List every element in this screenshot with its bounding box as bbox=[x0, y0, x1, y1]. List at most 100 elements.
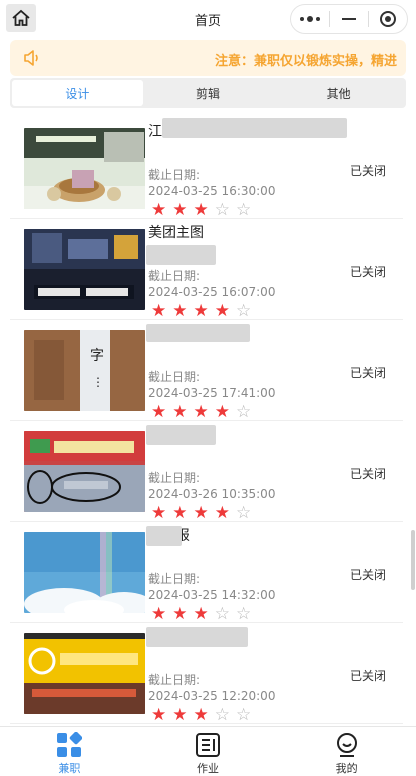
target-icon bbox=[380, 11, 396, 27]
close-miniprogram-button[interactable] bbox=[369, 5, 407, 33]
deadline-value: 2024-03-25 16:07:00 bbox=[148, 285, 276, 299]
rating-stars: ★ ★ ★ ★ ☆ bbox=[151, 505, 251, 522]
task-list: 江 文 抖背景2个 截止日期: 2024-03-25 16:30:00 ★★★☆… bbox=[10, 118, 403, 724]
redacted-text bbox=[146, 425, 216, 445]
svg-text:⋮: ⋮ bbox=[92, 375, 104, 389]
task-thumbnail bbox=[24, 431, 145, 512]
status-label: 已关闭 bbox=[349, 467, 386, 481]
user-icon bbox=[336, 733, 357, 757]
rating-stars: ★ ★ ★ ☆ ☆ bbox=[151, 606, 251, 623]
deadline-label: 截止日期: bbox=[148, 269, 201, 283]
speaker-icon bbox=[24, 50, 38, 66]
task-thumbnail bbox=[24, 128, 145, 209]
star-filled-icon: ★ bbox=[193, 402, 209, 422]
tab-design[interactable]: 设计 bbox=[12, 80, 143, 106]
list-item[interactable]: 字 ⋮ 截止日期: 2024-03-25 17:41:00 ★ ★ ★ ★ ☆ 已关闭 bbox=[10, 320, 403, 421]
list-item[interactable]: 改 截止日期: 2024-03-25 12:20:00 ★★★☆☆ 已关闭 bbox=[10, 623, 403, 724]
redacted-text bbox=[146, 245, 216, 265]
rating-stars: ★ ★ ★ ☆ ☆ bbox=[151, 202, 251, 219]
list-item[interactable]: 美团主图 截止日期: 2024-03-25 16:07:00 ★ ★ ★ ★ ☆ 已关闭 bbox=[10, 219, 403, 320]
svg-text:字: 字 bbox=[90, 348, 104, 364]
star-filled-icon: ★ bbox=[214, 503, 230, 523]
star-filled-icon: ★ bbox=[151, 604, 167, 624]
deadline-value: 2024-03-25 14:32:00 bbox=[148, 588, 276, 602]
tabbar-label: 我的 bbox=[335, 762, 358, 775]
star-empty-icon: ☆ bbox=[236, 705, 252, 725]
deadline-value: 2024-03-25 16:30:00 bbox=[148, 184, 276, 198]
notice-text: 注意：兼职仅以锻炼实操，精进 bbox=[215, 54, 398, 69]
more-dots-icon bbox=[300, 16, 320, 22]
deadline-label: 截止日期: bbox=[148, 673, 201, 687]
status-label: 已关闭 bbox=[349, 164, 386, 178]
star-filled-icon: ★ bbox=[151, 301, 167, 321]
redacted-text bbox=[146, 324, 250, 342]
star-filled-icon: ★ bbox=[214, 301, 230, 321]
star-empty-icon: ☆ bbox=[214, 200, 230, 220]
task-thumbnail bbox=[24, 633, 145, 714]
star-empty-icon: ☆ bbox=[236, 503, 252, 523]
star-filled-icon: ★ bbox=[193, 200, 209, 220]
minimize-icon bbox=[342, 18, 356, 20]
tabbar-label: 兼职 bbox=[58, 762, 81, 775]
star-empty-icon: ☆ bbox=[236, 604, 252, 624]
task-thumbnail: 字 ⋮ bbox=[24, 330, 145, 411]
mini-program-capsule bbox=[290, 4, 408, 34]
document-icon bbox=[196, 733, 220, 757]
deadline-value: 2024-03-25 17:41:00 bbox=[148, 386, 276, 400]
more-button[interactable] bbox=[291, 5, 329, 33]
star-filled-icon: ★ bbox=[172, 705, 188, 725]
grid-icon bbox=[57, 732, 83, 757]
tabbar-label: 作业 bbox=[197, 762, 219, 775]
star-empty-icon: ☆ bbox=[236, 200, 252, 220]
rating-stars: ★ ★ ★ ★ ☆ bbox=[151, 404, 251, 421]
star-empty-icon: ☆ bbox=[214, 705, 230, 725]
deadline-value: 2024-03-25 12:20:00 bbox=[148, 689, 276, 703]
rating-stars: ★ ★ ★ ★ ☆ bbox=[151, 303, 251, 320]
tabbar-item-mine[interactable]: 我的 bbox=[277, 727, 416, 776]
bottom-tabbar: 兼职 作业 我的 bbox=[0, 726, 416, 776]
deadline-label: 截止日期: bbox=[148, 471, 201, 485]
tabbar-item-parttime[interactable]: 兼职 bbox=[0, 727, 139, 776]
top-navbar: 首页 bbox=[0, 0, 416, 38]
star-filled-icon: ★ bbox=[172, 402, 188, 422]
redacted-text bbox=[146, 627, 248, 647]
star-filled-icon: ★ bbox=[151, 503, 167, 523]
status-label: 已关闭 bbox=[349, 265, 386, 279]
status-label: 已关闭 bbox=[349, 669, 386, 683]
star-filled-icon: ★ bbox=[151, 200, 167, 220]
notice-bar: 注意：兼职仅以锻炼实操，精进 bbox=[10, 40, 406, 76]
star-filled-icon: ★ bbox=[151, 402, 167, 422]
star-filled-icon: ★ bbox=[193, 705, 209, 725]
star-empty-icon: ☆ bbox=[214, 604, 230, 624]
task-thumbnail bbox=[24, 532, 145, 613]
star-filled-icon: ★ bbox=[193, 503, 209, 523]
star-empty-icon: ☆ bbox=[236, 301, 252, 321]
redacted-text bbox=[162, 118, 347, 138]
star-filled-icon: ★ bbox=[172, 200, 188, 220]
scrollbar[interactable] bbox=[411, 530, 415, 590]
star-filled-icon: ★ bbox=[193, 604, 209, 624]
deadline-label: 截止日期: bbox=[148, 168, 201, 182]
category-tabs: 设计 剪辑 其他 bbox=[10, 78, 406, 108]
tabbar-item-homework[interactable]: 作业 bbox=[139, 727, 278, 776]
redacted-text bbox=[146, 526, 182, 546]
tab-other[interactable]: 其他 bbox=[273, 80, 404, 106]
list-item[interactable]: 图海报 截止日期: 2024-03-25 14:32:00 ★★★☆☆ 已关闭 bbox=[10, 522, 403, 623]
star-filled-icon: ★ bbox=[172, 301, 188, 321]
deadline-label: 截止日期: bbox=[148, 572, 201, 586]
star-filled-icon: ★ bbox=[172, 604, 188, 624]
status-label: 已关闭 bbox=[349, 366, 386, 380]
tab-editing[interactable]: 剪辑 bbox=[143, 80, 274, 106]
star-filled-icon: ★ bbox=[172, 503, 188, 523]
list-item[interactable]: 江 文 抖背景2个 截止日期: 2024-03-25 16:30:00 ★★★☆… bbox=[10, 118, 403, 219]
rating-stars: ★ ★ ★ ☆ ☆ bbox=[151, 707, 251, 724]
star-filled-icon: ★ bbox=[151, 705, 167, 725]
star-empty-icon: ☆ bbox=[236, 402, 252, 422]
minimize-button[interactable] bbox=[330, 5, 368, 33]
deadline-value: 2024-03-26 10:35:00 bbox=[148, 487, 276, 501]
list-item[interactable]: 个 截止日期: 2024-03-26 10:35:00 ★★★★☆ 已关闭 bbox=[10, 421, 403, 522]
task-thumbnail bbox=[24, 229, 145, 310]
star-filled-icon: ★ bbox=[193, 301, 209, 321]
status-label: 已关闭 bbox=[349, 568, 386, 582]
star-filled-icon: ★ bbox=[214, 402, 230, 422]
